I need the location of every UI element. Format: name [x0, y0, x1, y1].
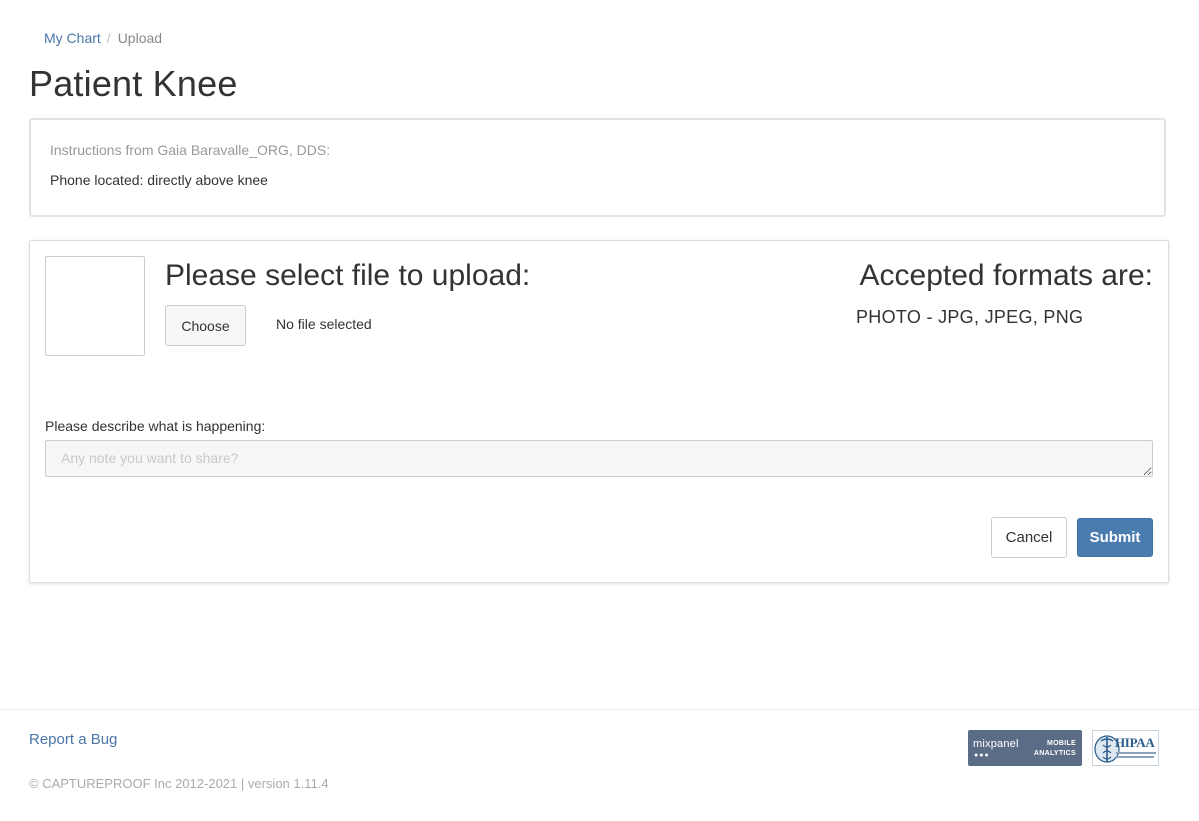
hipaa-subtext-line [1116, 756, 1154, 758]
breadcrumb-current-upload: Upload [117, 30, 163, 46]
copyright-text: © CAPTUREPROOF Inc 2012-2021 | version 1… [29, 776, 329, 791]
hipaa-badge[interactable]: HIPAA [1092, 730, 1159, 766]
mixpanel-dots-icon: ●●● [974, 752, 990, 759]
select-file-heading: Please select file to upload: [165, 259, 531, 292]
accepted-formats-list: PHOTO - JPG, JPEG, PNG [856, 307, 1084, 327]
file-status-text: No file selected [276, 316, 372, 332]
mixpanel-name: mixpanel [973, 738, 1019, 750]
breadcrumb-my-chart-link[interactable]: My Chart [44, 29, 101, 47]
page-title: Patient Knee [29, 63, 238, 104]
breadcrumb-separator: / [106, 30, 111, 46]
footer-divider [0, 709, 1199, 710]
file-preview-box [45, 256, 145, 356]
upload-panel: Please select file to upload: Choose No … [29, 240, 1169, 583]
upload-page: My Chart / Upload Patient Knee Instructi… [0, 0, 1199, 821]
instructions-panel: Instructions from Gaia Baravalle_ORG, DD… [29, 118, 1166, 217]
submit-button[interactable]: Submit [1077, 518, 1153, 557]
accepted-formats-heading: Accepted formats are: [859, 259, 1153, 292]
mixpanel-badge[interactable]: mixpanel ●●● MOBILE ANALYTICS [968, 730, 1082, 766]
choose-file-button[interactable]: Choose [165, 305, 246, 346]
instructions-heading: Instructions from Gaia Baravalle_ORG, DD… [50, 142, 331, 158]
describe-label: Please describe what is happening: [45, 418, 266, 434]
instructions-text: Phone located: directly above knee [50, 172, 268, 188]
report-bug-link[interactable]: Report a Bug [29, 731, 117, 749]
note-textarea[interactable] [45, 440, 1153, 477]
hipaa-subtext-line [1116, 752, 1156, 754]
cancel-button[interactable]: Cancel [991, 517, 1067, 558]
breadcrumb: My Chart / Upload [44, 29, 162, 47]
mixpanel-tag-line2: ANALYTICS [1033, 750, 1076, 757]
hipaa-text: HIPAA [1115, 735, 1155, 750]
mixpanel-tag: MOBILE ANALYTICS [1034, 739, 1076, 759]
mixpanel-tag-line1: MOBILE [1046, 740, 1076, 747]
